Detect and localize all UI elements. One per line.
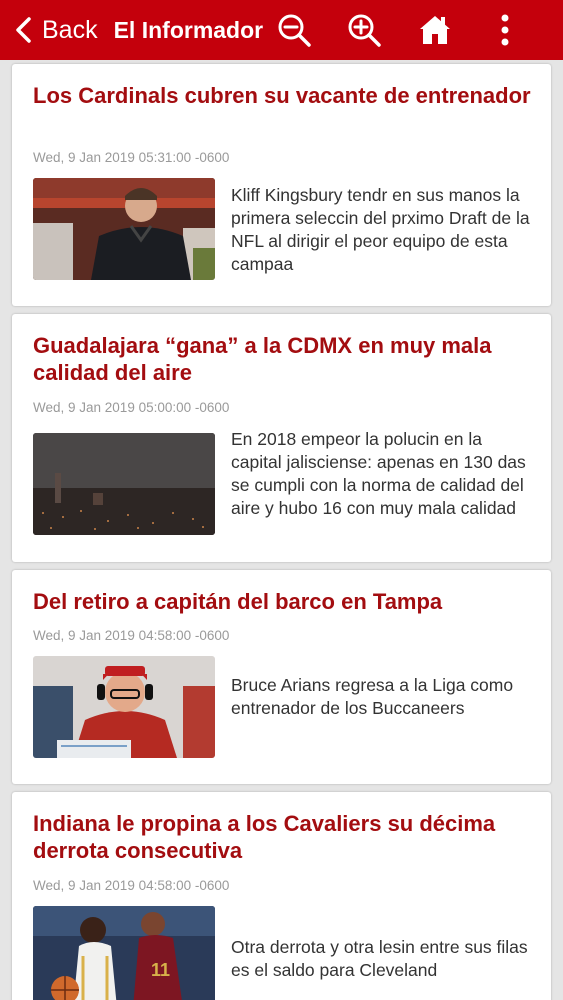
more-options-button[interactable]: [487, 12, 523, 48]
article-card[interactable]: Indiana le propina a los Cavaliers su dé…: [12, 792, 551, 1000]
article-title[interactable]: Indiana le propina a los Cavaliers su dé…: [33, 810, 533, 864]
zoom-out-button[interactable]: [276, 12, 312, 48]
article-summary: Otra derrota y otra lesin entre sus fila…: [231, 937, 528, 980]
news-feed[interactable]: Los Cardinals cubren su vacante de entre…: [0, 60, 563, 1000]
chevron-left-icon: [16, 17, 31, 43]
article-thumbnail[interactable]: [33, 656, 215, 758]
article-title[interactable]: Los Cardinals cubren su vacante de entre…: [33, 82, 533, 109]
coach-headset-photo-icon: [33, 656, 215, 758]
zoom-in-button[interactable]: [346, 12, 382, 48]
back-button[interactable]: Back: [14, 0, 98, 60]
article-thumbnail[interactable]: 11: [33, 906, 215, 1000]
article-summary: Bruce Arians regresa a la Liga como entr…: [231, 675, 514, 718]
article-summary: Kliff Kingsbury tendr en sus manos la pr…: [231, 185, 530, 274]
article-thumbnail[interactable]: [33, 178, 215, 280]
home-icon: [420, 16, 450, 44]
article-title[interactable]: Del retiro a capitán del barco en Tampa: [33, 588, 533, 615]
article-date: Wed, 9 Jan 2019 05:00:00 -0600: [33, 400, 230, 415]
zoom-in-icon: [348, 14, 381, 47]
article-card[interactable]: Guadalajara “gana” a la CDMX en muy mala…: [12, 314, 551, 562]
app-title: El Informador: [113, 16, 264, 43]
home-button[interactable]: [417, 12, 453, 48]
zoom-out-icon: [278, 14, 311, 47]
article-date: Wed, 9 Jan 2019 04:58:00 -0600: [33, 878, 230, 893]
city-smog-photo-icon: [33, 433, 215, 535]
svg-text:11: 11: [151, 960, 170, 980]
article-thumbnail[interactable]: [33, 433, 215, 535]
article-date: Wed, 9 Jan 2019 05:31:00 -0600: [33, 150, 230, 165]
coach-photo-icon: [33, 178, 215, 280]
article-date: Wed, 9 Jan 2019 04:58:00 -0600: [33, 628, 230, 643]
article-card[interactable]: Los Cardinals cubren su vacante de entre…: [12, 64, 551, 306]
more-vertical-icon: [501, 14, 509, 46]
app-header: Back El Informador: [0, 0, 563, 60]
article-title[interactable]: Guadalajara “gana” a la CDMX en muy mala…: [33, 332, 533, 386]
basketball-photo-icon: 11: [33, 906, 215, 1000]
article-summary: En 2018 empeor la polucin en la capital …: [231, 429, 526, 518]
back-label: Back: [42, 15, 98, 44]
article-card[interactable]: Del retiro a capitán del barco en Tampa …: [12, 570, 551, 784]
